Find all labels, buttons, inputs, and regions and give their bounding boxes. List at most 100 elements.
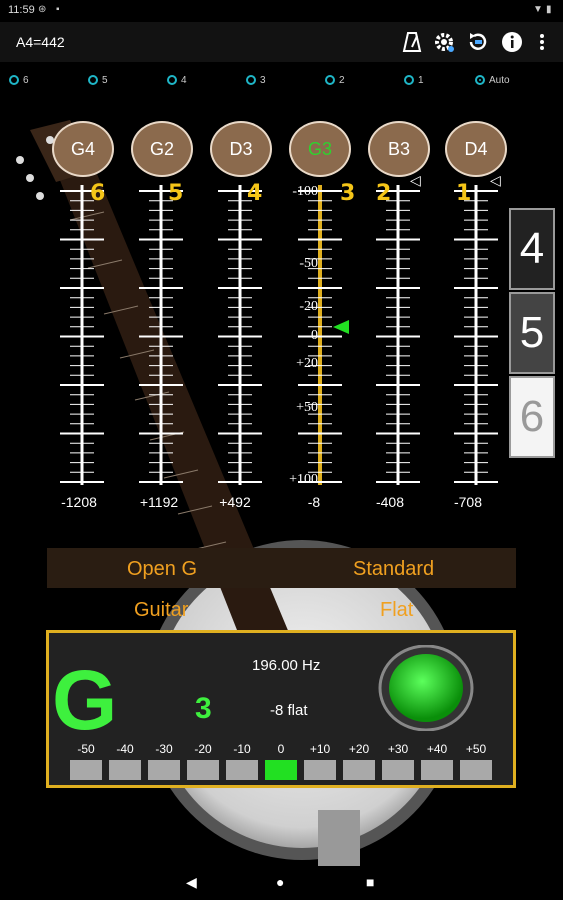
- pitch-offset: -8 flat: [270, 702, 308, 719]
- radio-string-3[interactable]: 3: [246, 72, 266, 88]
- string-number-1: 1: [456, 181, 472, 206]
- radio-dot: [325, 75, 335, 85]
- storage-icon: ▪: [56, 4, 60, 15]
- in-tune-light-icon: [378, 645, 474, 731]
- radio-label: 2: [339, 74, 345, 86]
- recents-icon[interactable]: ■: [366, 874, 374, 890]
- meter-label: +50: [465, 742, 487, 756]
- string-number-4: 4: [247, 181, 263, 206]
- battery-icon: ▮: [546, 4, 552, 15]
- note-label: B3: [387, 138, 411, 159]
- radio-label: 4: [181, 74, 187, 86]
- scale-label: -50: [299, 256, 318, 271]
- instrument-label: 4: [519, 224, 545, 273]
- cents-string-3: -8: [307, 494, 321, 510]
- meter-label: 0: [277, 742, 285, 756]
- tuning-mode[interactable]: Flat: [380, 599, 413, 622]
- navigation-bar: ◀ ● ■: [0, 866, 563, 900]
- instrument-label: 6: [519, 392, 545, 441]
- tuning-bar: [47, 548, 516, 588]
- cents-string-1: -708: [453, 494, 483, 510]
- meter-segment: [382, 760, 414, 780]
- meter-label: +30: [387, 742, 409, 756]
- info-icon[interactable]: [498, 28, 526, 56]
- meter-segment: [109, 760, 141, 780]
- tuning-type[interactable]: Standard: [353, 558, 434, 581]
- meter-segment: [70, 760, 102, 780]
- radio-dot: [246, 75, 256, 85]
- radio-dot: [88, 75, 98, 85]
- scale-label: 0: [311, 328, 318, 343]
- back-icon[interactable]: ◀: [186, 874, 197, 891]
- meter-segment: [343, 760, 375, 780]
- radio-string-4[interactable]: 4: [167, 72, 187, 88]
- cents-string-4: +492: [219, 494, 251, 510]
- meter-segment: [148, 760, 180, 780]
- pointer-icon: ◁: [410, 172, 421, 188]
- string-scales: [60, 185, 498, 485]
- instrument-6-string[interactable]: 6: [509, 376, 555, 458]
- note-string-2[interactable]: B3: [368, 121, 430, 177]
- note-string-6[interactable]: G4: [52, 121, 114, 177]
- note-string-1[interactable]: D4: [445, 121, 507, 177]
- note-string-3[interactable]: G3: [289, 121, 351, 177]
- reference-pitch[interactable]: A4=442: [16, 34, 65, 50]
- meter-segment: [460, 760, 492, 780]
- note-label: D4: [464, 138, 488, 159]
- radio-label: 1: [418, 74, 424, 86]
- meter-segment: [304, 760, 336, 780]
- note-label: G3: [307, 138, 332, 159]
- metronome-icon[interactable]: [398, 28, 426, 56]
- meter-label: +10: [309, 742, 331, 756]
- string-number-6: 6: [90, 181, 106, 206]
- radio-dot: [404, 75, 414, 85]
- meter-segment: [226, 760, 258, 780]
- meter-segment: [421, 760, 453, 780]
- app-bar: A4=442: [0, 22, 563, 62]
- settings-icon[interactable]: [430, 28, 458, 56]
- instrument-5-string[interactable]: 5: [509, 292, 555, 374]
- meter-segment: [265, 760, 297, 780]
- instrument-4-string[interactable]: 4: [509, 208, 555, 290]
- pointer-icon: ◁: [490, 172, 501, 188]
- reset-icon[interactable]: [464, 28, 492, 56]
- radio-dot: [475, 75, 485, 85]
- scale-label: -20: [299, 299, 318, 314]
- meter-label: +40: [426, 742, 448, 756]
- more-icon[interactable]: [528, 28, 556, 56]
- wifi-icon: ▼: [533, 4, 543, 15]
- tuning-name[interactable]: Open G: [127, 558, 197, 581]
- radio-string-6[interactable]: 6: [9, 72, 29, 88]
- instrument-label: 5: [519, 308, 545, 357]
- radio-label: Auto: [489, 74, 510, 86]
- cents-string-6: -1208: [61, 494, 97, 510]
- status-time: 11:59: [8, 4, 35, 16]
- radio-auto[interactable]: Auto: [475, 72, 510, 88]
- cents-string-5: +1192: [139, 494, 179, 510]
- string-number-5: 5: [168, 181, 184, 206]
- meter-label: -10: [233, 742, 251, 756]
- detected-octave: 3: [195, 692, 212, 725]
- home-icon[interactable]: ●: [276, 874, 284, 890]
- meter-label: -30: [155, 742, 173, 756]
- radio-string-1[interactable]: 1: [404, 72, 424, 88]
- note-label: D3: [229, 138, 253, 159]
- note-label: G4: [70, 138, 95, 159]
- detected-note: G: [52, 653, 118, 747]
- radio-dot: [9, 75, 19, 85]
- radio-label: 3: [260, 74, 266, 86]
- meter-label: +20: [348, 742, 370, 756]
- instrument-type[interactable]: Guitar: [134, 599, 188, 622]
- note-string-5[interactable]: G2: [131, 121, 193, 177]
- string-number-3: 3: [340, 181, 356, 206]
- radio-string-2[interactable]: 2: [325, 72, 345, 88]
- meter-segment: [187, 760, 219, 780]
- cents-string-2: -408: [375, 494, 405, 510]
- radio-label: 6: [23, 74, 29, 86]
- scale-label: +20: [296, 356, 318, 371]
- radio-string-5[interactable]: 5: [88, 72, 108, 88]
- meter-label: -50: [77, 742, 95, 756]
- note-label: G2: [149, 138, 174, 159]
- note-string-4[interactable]: D3: [210, 121, 272, 177]
- meter-label: -40: [116, 742, 134, 756]
